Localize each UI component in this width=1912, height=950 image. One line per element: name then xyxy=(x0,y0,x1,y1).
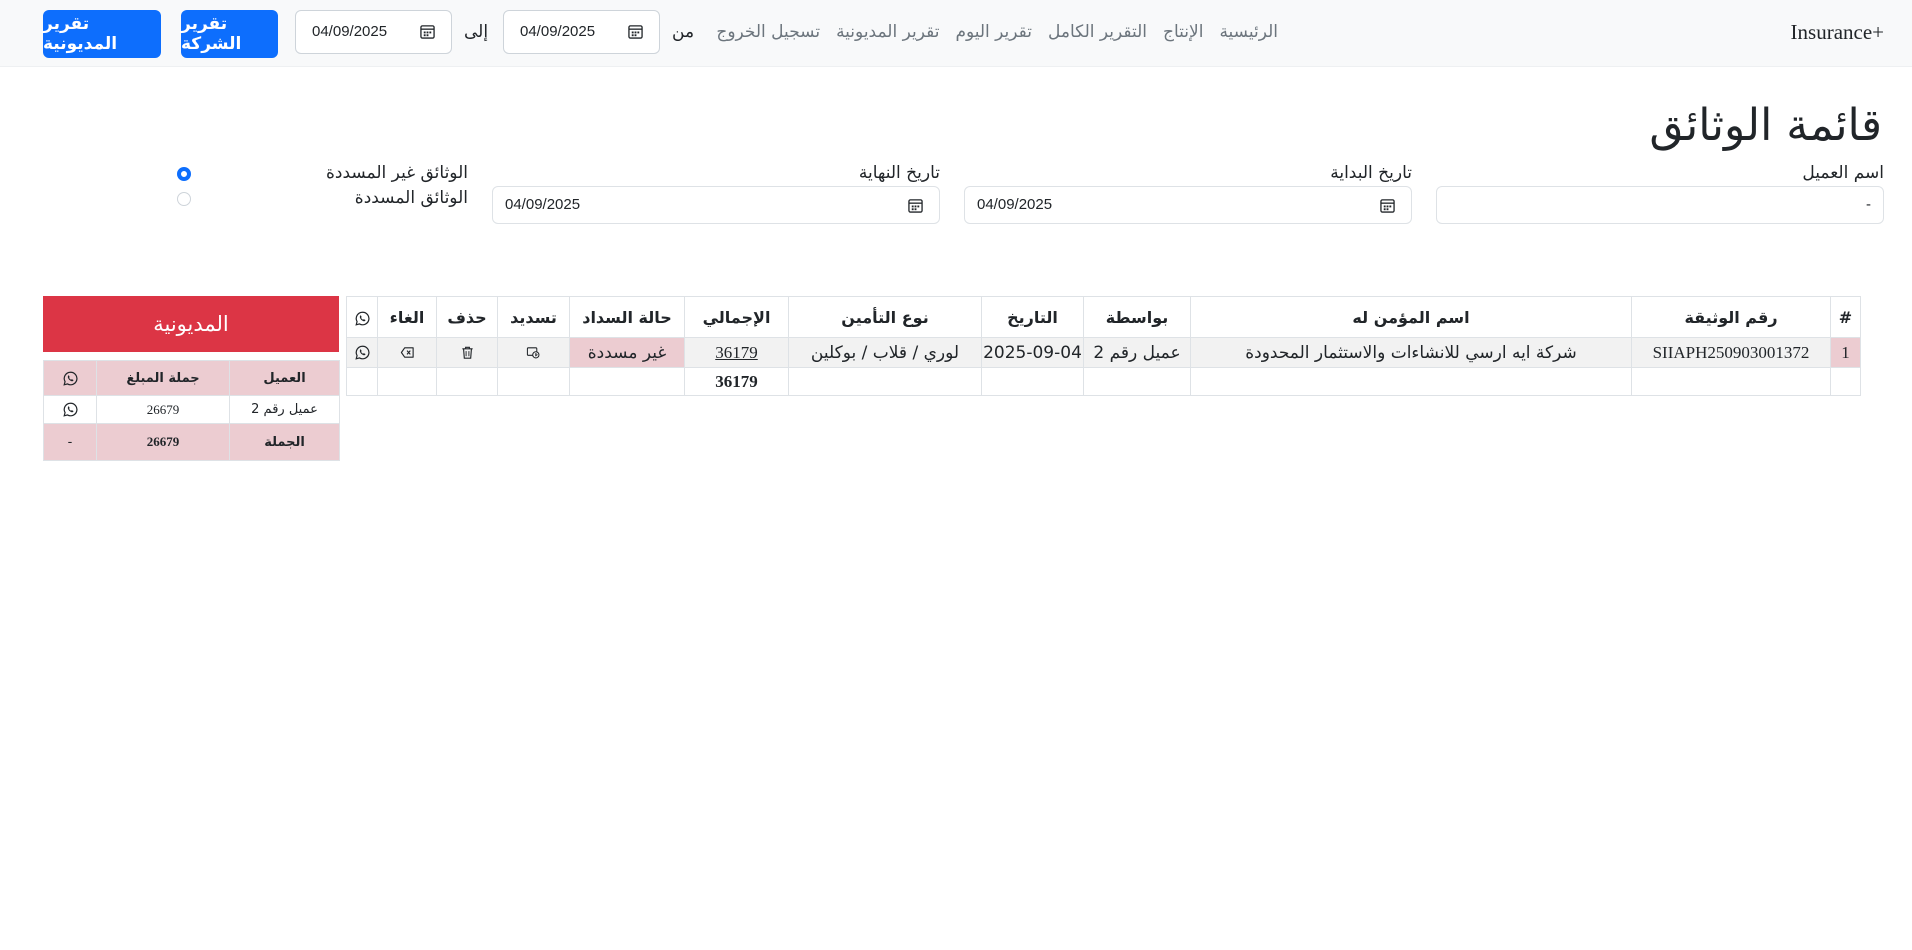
col-header-date: التاريخ xyxy=(981,296,1084,338)
nav-link-home[interactable]: الرئيسية xyxy=(1219,22,1278,42)
to-label: إلى xyxy=(464,22,489,42)
col-header-delete: حذف xyxy=(436,296,498,338)
whatsapp-icon xyxy=(354,311,370,326)
to-date-input[interactable]: 04/09/2025 xyxy=(295,10,452,54)
cell-date: 2025-09-04 xyxy=(981,337,1084,368)
debt-amount: 26679 xyxy=(96,395,230,424)
debt-col-amount: جملة المبلغ xyxy=(96,360,230,396)
company-report-button[interactable]: تقرير الشركة xyxy=(181,10,278,58)
table-total-row: 36179 xyxy=(346,367,1861,396)
col-header-insured-name: اسم المؤمن له xyxy=(1190,296,1632,338)
nav-link-production[interactable]: الإنتاج xyxy=(1163,22,1203,42)
debt-panel-title: المديونية xyxy=(43,296,339,352)
end-date-input[interactable]: 04/09/2025 xyxy=(492,186,940,224)
whatsapp-icon[interactable] xyxy=(62,402,78,417)
calendar-icon xyxy=(628,25,643,39)
debt-col-client: العميل xyxy=(229,360,340,396)
client-name-input[interactable]: - xyxy=(1436,186,1884,224)
total-link[interactable]: 36179 xyxy=(715,343,758,362)
cell-index: 1 xyxy=(1830,337,1861,368)
whatsapp-icon xyxy=(62,371,78,386)
page-title: قائمة الوثائق xyxy=(1649,100,1882,151)
debt-report-button[interactable]: تقرير المديونية xyxy=(43,10,161,58)
col-header-policy-no: رقم الوثيقة xyxy=(1631,296,1831,338)
nav-link-debt-report[interactable]: تقرير المديونية xyxy=(836,22,939,42)
paid-policies-label: الوثائق المسددة xyxy=(354,188,468,208)
cell-total: 36179 xyxy=(684,337,789,368)
start-date-label: تاريخ البداية xyxy=(1330,163,1412,183)
unpaid-policies-radio[interactable] xyxy=(177,167,191,181)
col-header-cancel: الغاء xyxy=(377,296,437,338)
debt-row: عميل رقم 2 26679 xyxy=(43,395,340,424)
start-date-value: 04/09/2025 xyxy=(977,196,1053,213)
start-date-input[interactable]: 04/09/2025 xyxy=(964,186,1412,224)
cancel-icon[interactable] xyxy=(400,345,415,360)
nav-link-full-report[interactable]: التقرير الكامل xyxy=(1048,22,1147,42)
navbar: Insurance+ الرئيسية الإنتاج التقرير الكا… xyxy=(0,0,1912,67)
calendar-icon xyxy=(420,25,435,39)
brand-logo[interactable]: Insurance+ xyxy=(1791,20,1884,45)
debt-col-whatsapp xyxy=(43,360,97,396)
cell-pay xyxy=(497,337,570,368)
col-header-payment-status: حالة السداد xyxy=(569,296,685,338)
client-name-label: اسم العميل xyxy=(1802,163,1884,183)
from-date-value: 04/09/2025 xyxy=(520,23,596,40)
unpaid-policies-label: الوثائق غير المسددة xyxy=(325,163,468,183)
nav-link-logout[interactable]: تسجيل الخروج xyxy=(716,22,820,42)
cell-policy-no: SIIAPH250903001372 xyxy=(1631,337,1831,368)
debt-total-amount: 26679 xyxy=(96,423,230,461)
table-row: 1 SIIAPH250903001372 شركة ايه ارسي للانش… xyxy=(346,337,1861,368)
end-date-value: 04/09/2025 xyxy=(505,196,581,213)
cell-whatsapp xyxy=(346,337,378,368)
cell-delete xyxy=(436,337,498,368)
calendar-icon xyxy=(908,199,923,213)
cell-by: عميل رقم 2 xyxy=(1083,337,1191,368)
from-date-input[interactable]: 04/09/2025 xyxy=(503,10,660,54)
from-label: من xyxy=(672,22,695,42)
footer-total: 36179 xyxy=(684,367,789,396)
debt-total-row: الجملة 26679 - xyxy=(43,423,340,461)
cell-insurance-type: لوري / قلاب / بوكلين xyxy=(788,337,982,368)
client-name-value: - xyxy=(1866,196,1871,213)
col-header-insurance-type: نوع التأمين xyxy=(788,296,982,338)
col-header-total: الإجمالي xyxy=(684,296,789,338)
col-header-whatsapp xyxy=(346,296,378,338)
end-date-label: تاريخ النهاية xyxy=(858,163,940,183)
policies-table: # رقم الوثيقة اسم المؤمن له بواسطة التار… xyxy=(346,296,1861,396)
calendar-icon xyxy=(1380,199,1395,213)
cell-insured-name: شركة ايه ارسي للانشاءات والاستثمار المحد… xyxy=(1190,337,1632,368)
whatsapp-icon[interactable] xyxy=(354,345,370,360)
debt-table: العميل جملة المبلغ عميل رقم 2 26679 الجم… xyxy=(43,360,340,461)
debt-whatsapp-cell xyxy=(43,395,97,424)
to-date-value: 04/09/2025 xyxy=(312,23,388,40)
paid-policies-radio[interactable] xyxy=(177,192,191,206)
nav-links: الرئيسية الإنتاج التقرير الكامل تقرير ال… xyxy=(716,22,1278,42)
cell-cancel xyxy=(377,337,437,368)
nav-link-daily-report[interactable]: تقرير اليوم xyxy=(955,22,1032,42)
trash-icon[interactable] xyxy=(460,345,475,360)
debt-total-extra: - xyxy=(43,423,97,461)
col-header-pay: تسديد xyxy=(497,296,570,338)
col-header-by: بواسطة xyxy=(1083,296,1191,338)
pay-icon[interactable] xyxy=(526,345,541,360)
cell-payment-status: غير مسددة xyxy=(569,337,685,368)
debt-total-label: الجملة xyxy=(229,423,340,461)
col-header-index: # xyxy=(1830,296,1861,338)
debt-client: عميل رقم 2 xyxy=(229,395,340,424)
